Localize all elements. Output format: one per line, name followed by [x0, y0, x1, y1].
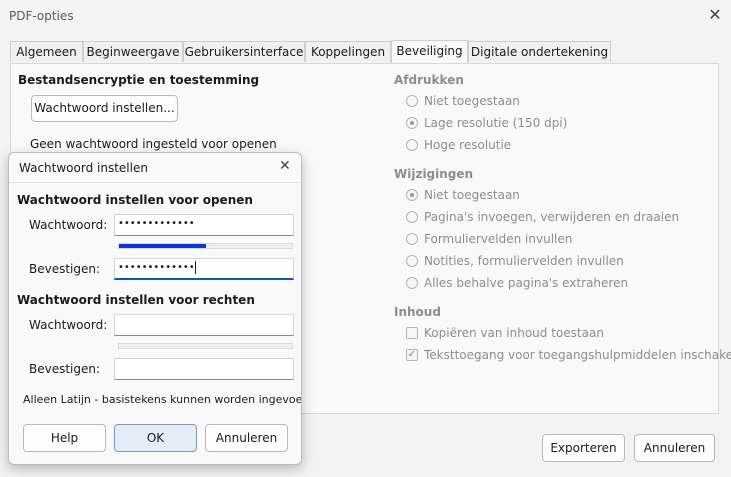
rights-confirm-field[interactable]	[114, 358, 294, 380]
open-confirm-field[interactable]: •••••••••••••	[114, 258, 294, 280]
rights-confirm-label: Bevestigen:	[29, 362, 101, 376]
tab-gebruikersinterface[interactable]: Gebruikersinterface	[183, 41, 305, 62]
tab-koppelingen[interactable]: Koppelingen	[305, 41, 391, 62]
confirm-value: •••••••••••••	[118, 262, 195, 273]
rights-section-title: Wachtwoord instellen voor rechten	[17, 293, 255, 307]
checkbox-checked-icon: ✓	[406, 349, 418, 361]
radio-icon	[406, 277, 418, 289]
close-icon[interactable]: ✕	[279, 158, 291, 174]
text-caret	[194, 260, 196, 274]
close-icon[interactable]: ✕	[706, 6, 724, 24]
set-password-button[interactable]: Wachtwoord instellen...	[31, 95, 178, 122]
strength-fill	[119, 244, 206, 248]
rights-password-label: Wachtwoord:	[29, 318, 108, 332]
window-title: PDF-opties	[9, 9, 74, 23]
content-title: Inhoud	[394, 305, 441, 319]
dialog-cancel-button[interactable]: Annuleren	[205, 424, 288, 452]
open-password-strength	[118, 243, 293, 249]
open-section-title: Wachtwoord instellen voor openen	[17, 193, 253, 207]
open-confirm-label: Bevestigen:	[29, 262, 101, 276]
cancel-button[interactable]: Annuleren	[634, 434, 715, 462]
no-password-text: Geen wachtwoord ingesteld voor openen	[30, 137, 277, 151]
radio-icon	[406, 139, 418, 151]
open-password-label: Wachtwoord:	[29, 218, 108, 232]
changes-title: Wijzigingen	[394, 167, 474, 181]
printing-title: Afdrukken	[394, 73, 464, 87]
rights-password-field[interactable]	[114, 314, 294, 336]
export-button[interactable]: Exporteren	[542, 434, 625, 462]
help-button[interactable]: Help	[23, 424, 106, 452]
tab-beginweergave[interactable]: Beginweergave	[83, 41, 183, 62]
tab-digitale-ondertekening[interactable]: Digitale ondertekening	[468, 41, 611, 62]
latin-note: Alleen Latijn - basistekens kunnen worde…	[23, 393, 302, 406]
open-password-field[interactable]: •••••••••••••	[114, 214, 294, 236]
tab-beveiliging[interactable]: Beveiliging	[391, 40, 468, 63]
radio-icon	[406, 95, 418, 107]
radio-icon	[406, 255, 418, 267]
dialog-title: Wachtwoord instellen	[19, 161, 148, 175]
checkbox-icon	[406, 327, 418, 339]
radio-selected-icon	[406, 189, 418, 201]
radio-icon	[406, 211, 418, 223]
radio-icon	[406, 233, 418, 245]
rights-password-strength	[118, 343, 293, 349]
divider	[9, 182, 301, 183]
ok-button[interactable]: OK	[114, 424, 197, 452]
set-password-dialog: Wachtwoord instellen ✕ Wachtwoord instel…	[8, 152, 302, 465]
encryption-title: Bestandsencryptie en toestemming	[18, 73, 260, 87]
tab-algemeen[interactable]: Algemeen	[10, 41, 83, 62]
radio-selected-icon	[406, 117, 418, 129]
